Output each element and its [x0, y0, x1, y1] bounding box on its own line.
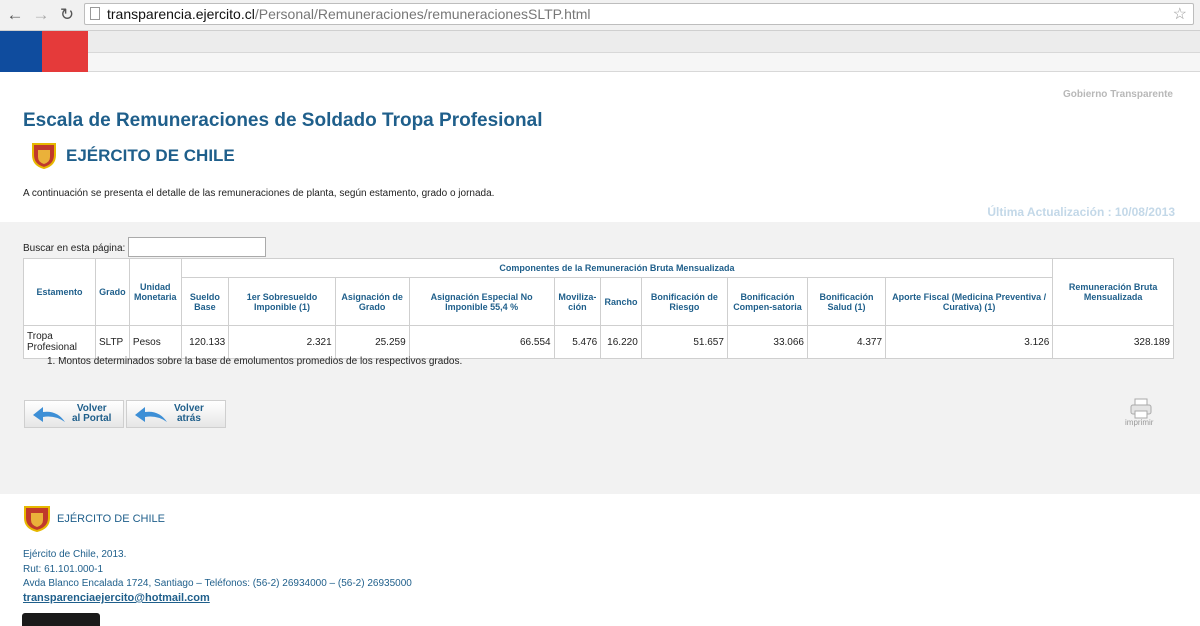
- col-component: Bonificación Salud (1): [806, 277, 887, 326]
- cell-total: 328.189: [1052, 325, 1174, 359]
- cell-unidad: Pesos: [128, 325, 182, 359]
- table-row: Tropa Profesional SLTP Pesos 120.133 2.3…: [23, 325, 1174, 359]
- col-unidad: Unidad Monetaria: [128, 258, 182, 326]
- cell-value: 66.554: [408, 325, 555, 359]
- arrow-right-icon[interactable]: →: [30, 4, 52, 26]
- remuneration-table: Estamento Grado Unidad Monetaria Compone…: [23, 258, 1174, 359]
- footer: [0, 494, 1200, 626]
- cell-value: 4.377: [806, 325, 887, 359]
- arrow-left-icon[interactable]: ←: [4, 4, 26, 26]
- col-component: Moviliza-ción: [553, 277, 602, 326]
- footer-dark-badge: [22, 613, 100, 626]
- url-domain: transparencia.ejercito.cl: [107, 6, 255, 22]
- col-estamento: Estamento: [23, 258, 96, 326]
- footer-line: Avda Blanco Encalada 1724, Santiago – Te…: [23, 578, 412, 589]
- search-label: Buscar en esta página:: [23, 243, 126, 254]
- footnote: 1. Montos determinados sobre la base de …: [47, 356, 463, 367]
- cell-value: 25.259: [334, 325, 410, 359]
- col-component: Aporte Fiscal (Medicina Preventiva / Cur…: [885, 277, 1054, 326]
- intro-text: A continuación se presenta el detalle de…: [23, 188, 495, 199]
- cell-value: 33.066: [726, 325, 808, 359]
- cell-grado: SLTP: [94, 325, 130, 359]
- col-grado: Grado: [94, 258, 130, 326]
- cell-estamento: Tropa Profesional: [23, 325, 96, 359]
- footer-org-name: EJÉRCITO DE CHILE: [57, 513, 165, 525]
- col-group-header: Componentes de la Remuneración Bruta Men…: [180, 258, 1054, 278]
- col-component: 1er Sobresueldo Imponible (1): [228, 277, 336, 326]
- volver-portal-button[interactable]: Volver al Portal: [24, 400, 124, 428]
- volver-portal-label: Volver al Portal: [72, 404, 111, 424]
- army-shield-icon: [24, 506, 50, 532]
- volver-atras-button[interactable]: Volver atrás: [126, 400, 226, 428]
- printer-icon[interactable]: [1129, 398, 1153, 420]
- army-shield-icon: [32, 143, 56, 169]
- org-name: EJÉRCITO DE CHILE: [66, 146, 235, 165]
- footer-line: Rut: 61.101.000-1: [23, 564, 104, 575]
- volver-atras-line2: atrás: [176, 413, 201, 424]
- col-total: Remuneración Bruta Mensualizada: [1052, 258, 1174, 326]
- search-input[interactable]: [128, 237, 266, 257]
- cell-value: 2.321: [228, 325, 336, 359]
- gobierno-transparente-label: Gobierno Transparente: [1062, 89, 1173, 100]
- page-icon: [90, 7, 100, 20]
- cell-value: 51.657: [640, 325, 728, 359]
- footer-line: Ejército de Chile, 2013.: [23, 549, 127, 560]
- footer-email-link[interactable]: transparenciaejercito@hotmail.com: [23, 592, 210, 604]
- cell-value: 16.220: [600, 325, 642, 359]
- col-component: Bonificación de Riesgo: [640, 277, 728, 326]
- print-label[interactable]: imprimir: [1125, 418, 1153, 427]
- volver-atras-label: Volver atrás: [174, 404, 204, 424]
- last-update: Última Actualización : 10/08/2013: [987, 205, 1175, 219]
- cell-value: 5.476: [553, 325, 602, 359]
- star-icon[interactable]: ☆: [1173, 4, 1187, 24]
- col-component: Rancho: [600, 277, 642, 326]
- cell-value: 3.126: [885, 325, 1054, 359]
- header-band-top: [88, 31, 1200, 53]
- col-component: Bonificación Compen-satoria: [726, 277, 808, 326]
- browser-toolbar: ← → ↻ transparencia.ejercito.cl/Personal…: [0, 0, 1200, 31]
- volver-portal-line2: al Portal: [72, 413, 112, 424]
- reload-icon[interactable]: ↻: [56, 4, 78, 26]
- header-band-bottom: [88, 53, 1200, 72]
- url-text: transparencia.ejercito.cl/Personal/Remun…: [107, 6, 591, 22]
- cell-value: 120.133: [180, 325, 230, 359]
- address-bar[interactable]: transparencia.ejercito.cl/Personal/Remun…: [84, 3, 1194, 25]
- col-component: Asignación de Grado: [334, 277, 410, 326]
- col-component: Asignación Especial No Imponible 55,4 %: [408, 277, 555, 326]
- curved-arrow-left-icon: [135, 407, 167, 422]
- col-component: Sueldo Base: [180, 277, 230, 326]
- url-path: /Personal/Remuneraciones/remuneracionesS…: [254, 6, 591, 22]
- page-title: Escala de Remuneraciones de Soldado Trop…: [23, 110, 543, 131]
- curved-arrow-left-icon: [33, 407, 65, 422]
